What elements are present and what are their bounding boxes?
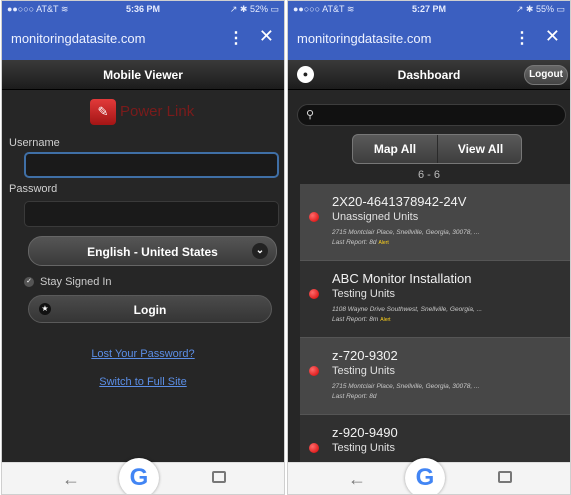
unit-report: Last Report: 8m Alert [332, 316, 391, 323]
stay-signed-in-label: Stay Signed In [40, 276, 112, 288]
google-icon[interactable]: G [405, 458, 445, 494]
last-report: Last Report: 8m [332, 316, 379, 323]
unit-address: 1108 Wayne Drive Southwest, Snellville, … [332, 306, 483, 313]
alert-badge: Alert [378, 240, 389, 246]
android-nav-bar: ← G [288, 458, 570, 494]
password-label: Password [9, 183, 58, 195]
close-icon[interactable]: ✕ [259, 26, 274, 47]
unit-address: 2715 Montclair Place, Snellville, Georgi… [332, 383, 480, 390]
status-bar: ●●○○○ AT&T ≋ 5:36 PM ↗ ✱ 52% ▭ [2, 1, 284, 18]
google-icon[interactable]: G [119, 458, 159, 494]
more-menu-icon[interactable]: ⋮ [514, 28, 530, 48]
unit-name: ABC Monitor Installation [332, 271, 472, 286]
status-dot-icon [309, 289, 319, 299]
full-site-link[interactable]: Switch to Full Site [2, 376, 284, 388]
page-title: Mobile Viewer [103, 68, 183, 82]
google-glyph: G [415, 464, 435, 491]
logo-icon: ✎ [90, 99, 116, 125]
unit-name: 2X20-4641378942-24V [332, 194, 467, 209]
battery-indicator: ↗ ✱ 52% ▭ [229, 4, 279, 14]
dashboard-content: ⚲ Map All View All 6 - 6 2X20-4641378942… [288, 90, 570, 492]
list-item[interactable]: z-720-9302 Testing Units 2715 Montclair … [300, 338, 570, 415]
unit-group: Testing Units [332, 442, 395, 454]
login-label: Login [133, 303, 167, 317]
unit-group: Testing Units [332, 365, 395, 377]
tabs-icon[interactable] [212, 471, 226, 483]
status-bar: ●●○○○ AT&T ≋ 5:27 PM ↗ ✱ 55% ▭ [288, 1, 570, 18]
last-report: Last Report: 8d [332, 239, 377, 246]
unit-name: z-720-9302 [332, 348, 398, 363]
last-report: Last Report: 8d [332, 393, 377, 400]
app-header: ● Dashboard Logout [288, 60, 570, 90]
unit-report: Last Report: 8d [332, 393, 378, 400]
password-field[interactable] [24, 201, 279, 227]
view-all-button[interactable]: View All [438, 135, 523, 163]
unit-report: Last Report: 8d Alert [332, 239, 389, 246]
checkbox-icon: ✓ [24, 277, 34, 288]
unit-group: Testing Units [332, 288, 395, 300]
android-nav-bar: ← G [2, 458, 284, 494]
list-item[interactable]: 2X20-4641378942-24V Unassigned Units 271… [300, 184, 570, 261]
language-value: English - United States [87, 245, 218, 259]
username-label: Username [9, 137, 60, 149]
stay-signed-in-toggle[interactable]: ✓ Stay Signed In [24, 276, 112, 288]
app-header: Mobile Viewer [2, 60, 284, 90]
unit-address: 2715 Montclair Place, Snellville, Georgi… [332, 229, 480, 236]
list-item[interactable]: ABC Monitor Installation Testing Units 1… [300, 261, 570, 338]
chevron-down-icon: ⌄ [252, 243, 268, 259]
google-glyph: G [129, 464, 149, 491]
result-count: 6 - 6 [417, 169, 440, 181]
tabs-icon[interactable] [498, 471, 512, 483]
search-input[interactable]: ⚲ [297, 104, 566, 126]
lost-password-link[interactable]: Lost Your Password? [2, 348, 284, 360]
map-all-button[interactable]: Map All [353, 135, 438, 163]
logo-text: Power Link [120, 103, 195, 120]
dashboard-screen: ●●○○○ AT&T ≋ 5:27 PM ↗ ✱ 55% ▭ monitorin… [287, 0, 571, 495]
login-button[interactable]: ★ Login [28, 295, 272, 323]
status-dot-icon [309, 443, 319, 453]
search-icon: ⚲ [306, 109, 315, 121]
browser-toolbar: monitoringdatasite.com ⋮ ✕ [288, 18, 570, 60]
username-field[interactable] [24, 152, 279, 178]
alert-badge: Alert [380, 317, 391, 323]
unit-group: Unassigned Units [332, 211, 419, 223]
status-dot-icon [309, 366, 319, 376]
battery-indicator: ↗ ✱ 55% ▭ [515, 4, 565, 14]
status-dot-icon [309, 212, 319, 222]
more-menu-icon[interactable]: ⋮ [228, 28, 244, 48]
browser-toolbar: monitoringdatasite.com ⋮ ✕ [2, 18, 284, 60]
view-toggle-group: Map All View All [352, 134, 522, 164]
language-select[interactable]: English - United States ⌄ [28, 236, 277, 266]
url-text[interactable]: monitoringdatasite.com [11, 31, 145, 46]
url-text[interactable]: monitoringdatasite.com [297, 31, 431, 46]
back-arrow-icon[interactable]: ← [348, 469, 366, 490]
login-form: ✎ Power Link Username Password English -… [2, 90, 284, 462]
back-arrow-icon[interactable]: ← [62, 469, 80, 490]
login-screen: ●●○○○ AT&T ≋ 5:36 PM ↗ ✱ 52% ▭ monitorin… [1, 0, 285, 495]
close-icon[interactable]: ✕ [545, 26, 560, 47]
logout-button[interactable]: Logout [524, 65, 568, 85]
unit-name: z-920-9490 [332, 425, 398, 440]
unit-list: 2X20-4641378942-24V Unassigned Units 271… [300, 184, 570, 492]
